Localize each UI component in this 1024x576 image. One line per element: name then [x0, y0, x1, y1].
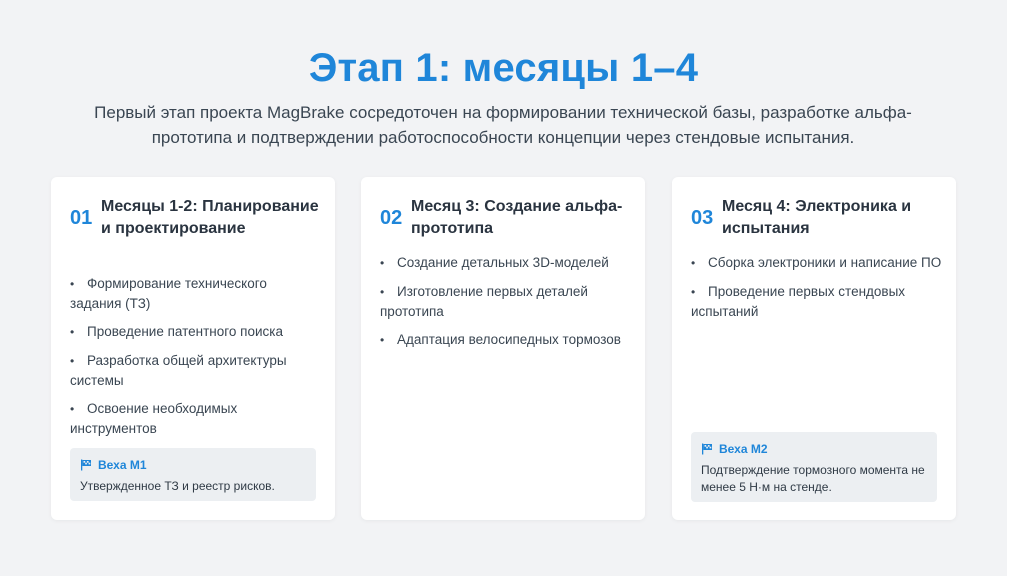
- stage-card-2: 02 Месяц 3: Создание альфа-прототипа • Со…: [361, 177, 645, 520]
- card-number: 02: [380, 206, 403, 229]
- milestone-box: Веха М2 Подтверждение тормозного момента…: [691, 432, 937, 502]
- milestone-text: Утвержденное ТЗ и реестр рисков.: [80, 479, 275, 493]
- card-header: 01 Месяцы 1-2: Планирование и проектиров…: [70, 196, 321, 240]
- stage-card-1: 01 Месяцы 1-2: Планирование и проектиров…: [51, 177, 335, 520]
- task-list: • Формирование технического задания (ТЗ) …: [70, 274, 321, 447]
- bullet-icon: •: [70, 325, 75, 339]
- bullet-icon: •: [691, 285, 696, 299]
- card-number: 01: [70, 206, 93, 229]
- list-item-text: Изготовление первых деталей прототипа: [380, 284, 588, 319]
- bullet-icon: •: [380, 333, 385, 347]
- page-title: Этап 1: месяцы 1–4: [308, 46, 699, 90]
- list-item: • Сборка электроники и написание ПО: [691, 253, 942, 273]
- scrollbar-track[interactable]: [1007, 0, 1024, 576]
- list-item: • Создание детальных 3D-моделей: [380, 253, 631, 273]
- list-item: • Адаптация велосипедных тормозов: [380, 330, 631, 350]
- page-subtitle: Первый этап проекта MagBrake сосредоточе…: [94, 103, 912, 147]
- task-list: • Создание детальных 3D-моделей • Изготовл…: [380, 253, 631, 359]
- list-item-text: Формирование технического задания (ТЗ): [70, 276, 267, 311]
- card-title: Месяцы 1-2: Планирование и проектировани…: [101, 198, 319, 237]
- milestone-header: Веха М2: [701, 442, 927, 456]
- list-item-text: Адаптация велосипедных тормозов: [397, 332, 621, 347]
- bullet-icon: •: [70, 402, 75, 416]
- card-title: Месяц 4: Электроника и испытания: [722, 198, 912, 237]
- card-title: Месяц 3: Создание альфа-прототипа: [411, 198, 623, 237]
- milestone-box: Веха М1 Утвержденное ТЗ и реестр рисков.: [70, 448, 316, 501]
- card-header: 02 Месяц 3: Создание альфа-прототипа: [380, 196, 631, 240]
- flag-icon: [81, 459, 91, 471]
- list-item-text: Создание детальных 3D-моделей: [397, 255, 609, 270]
- milestone-label: Веха М1: [98, 458, 147, 472]
- bullet-icon: •: [380, 285, 385, 299]
- list-item-text: Проведение первых стендовых испытаний: [691, 284, 906, 319]
- milestone-label: Веха М2: [719, 442, 768, 456]
- milestone-header: Веха М1: [80, 458, 306, 472]
- list-item: • Разработка общей архитектуры системы: [70, 351, 321, 390]
- list-item: • Освоение необходимых инструментов: [70, 399, 321, 438]
- stage-card-3: 03 Месяц 4: Электроника и испытания • Сбо…: [672, 177, 956, 520]
- flag-icon: [702, 443, 712, 455]
- task-list: • Сборка электроники и написание ПО • Пров…: [691, 253, 942, 330]
- list-item-text: Разработка общей архитектуры системы: [70, 353, 287, 388]
- bullet-icon: •: [691, 256, 696, 270]
- bullet-icon: •: [70, 277, 75, 291]
- list-item-text: Сборка электроники и написание ПО: [708, 255, 942, 270]
- list-item-text: Проведение патентного поиска: [87, 324, 283, 339]
- milestone-text: Подтверждение тормозного момента не мене…: [701, 463, 925, 494]
- list-item: • Формирование технического задания (ТЗ): [70, 274, 321, 313]
- bullet-icon: •: [380, 256, 385, 270]
- card-header: 03 Месяц 4: Электроника и испытания: [691, 196, 942, 240]
- bullet-icon: •: [70, 354, 75, 368]
- list-item: • Изготовление первых деталей прототипа: [380, 282, 631, 321]
- list-item: • Проведение первых стендовых испытаний: [691, 282, 942, 321]
- list-item: • Проведение патентного поиска: [70, 322, 321, 342]
- card-number: 03: [691, 206, 714, 229]
- list-item-text: Освоение необходимых инструментов: [70, 401, 238, 436]
